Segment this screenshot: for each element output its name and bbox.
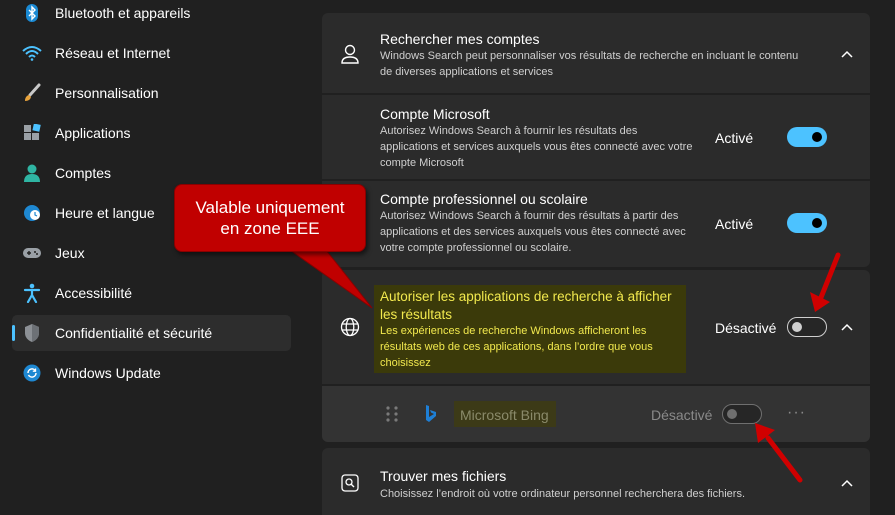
red-arrow-down xyxy=(755,423,803,483)
callout-pointer xyxy=(288,249,373,309)
annotation-overlay xyxy=(288,249,841,483)
red-arrow-up xyxy=(810,252,841,312)
callout-box: Valable uniquement en zone EEE xyxy=(174,184,366,252)
callout-line-2: en zone EEE xyxy=(220,219,320,238)
callout-line-1: Valable uniquement xyxy=(195,198,345,217)
settings-window: Bluetooth et appareils Réseau et Interne… xyxy=(0,0,895,515)
